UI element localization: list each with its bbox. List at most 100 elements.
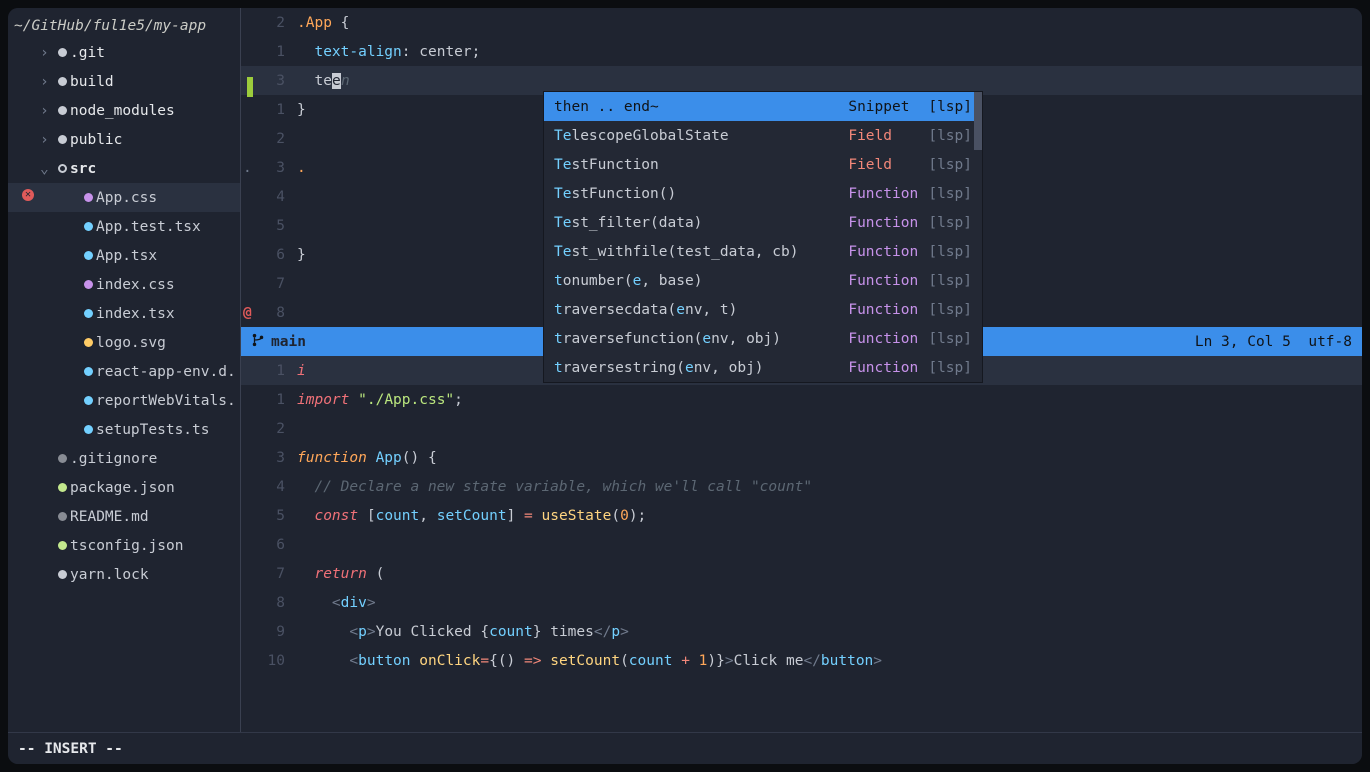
popup-scrollbar[interactable] bbox=[974, 92, 982, 150]
code-line[interactable]: <p>You Clicked {count} times</p> bbox=[297, 624, 1362, 640]
git-sign-change: @ bbox=[243, 305, 252, 321]
tree-item-label: index.css bbox=[96, 277, 175, 293]
code-line-cursor[interactable]: teen bbox=[297, 73, 1362, 89]
tree-folder[interactable]: › public bbox=[8, 125, 240, 154]
tree-folder[interactable]: › .git bbox=[8, 38, 240, 67]
line-number: 4 bbox=[241, 189, 297, 205]
chevron-icon: › bbox=[40, 103, 54, 119]
tree-item-label: react-app-env.d. bbox=[96, 364, 236, 380]
code-line[interactable]: .App { bbox=[297, 15, 1362, 31]
branch-name: main bbox=[271, 334, 306, 350]
code-line[interactable]: import "./App.css"; bbox=[297, 392, 1362, 408]
folder-open-icon bbox=[54, 164, 70, 173]
completion-label: TelescopeGlobalState bbox=[554, 128, 848, 144]
file-dot-icon bbox=[54, 135, 70, 144]
completion-source: [lsp] bbox=[928, 331, 972, 347]
text-cursor: e bbox=[332, 73, 341, 89]
tree-file[interactable]: setupTests.ts bbox=[8, 415, 240, 444]
tree-file[interactable]: index.tsx bbox=[8, 299, 240, 328]
tree-item-label: README.md bbox=[70, 509, 149, 525]
file-dot-icon bbox=[80, 280, 96, 289]
code-line[interactable]: // Declare a new state variable, which w… bbox=[297, 479, 1362, 495]
completion-kind: Function bbox=[848, 244, 928, 260]
file-dot-icon bbox=[54, 483, 70, 492]
code-line[interactable]: return ( bbox=[297, 566, 1362, 582]
completion-label: tonumber(e, base) bbox=[554, 273, 848, 289]
file-dot-icon bbox=[54, 454, 70, 463]
code-line[interactable]: <div> bbox=[297, 595, 1362, 611]
tree-file[interactable]: package.json bbox=[8, 473, 240, 502]
tree-item-label: setupTests.ts bbox=[96, 422, 210, 438]
chevron-icon: › bbox=[40, 132, 54, 148]
tree-item-label: index.tsx bbox=[96, 306, 175, 322]
completion-item[interactable]: TestFunctionField[lsp] bbox=[544, 150, 982, 179]
completion-kind: Snippet bbox=[848, 99, 928, 115]
editor-panes: 2 .App { 1 text-align: center; 3 teen 1 … bbox=[240, 8, 1362, 732]
completion-item[interactable]: TelescopeGlobalStateField[lsp] bbox=[544, 121, 982, 150]
line-number: 3 bbox=[241, 450, 297, 466]
completion-source: [lsp] bbox=[928, 128, 972, 144]
mode-line: -- INSERT -- bbox=[8, 732, 1362, 764]
tree-file[interactable]: react-app-env.d. bbox=[8, 357, 240, 386]
tree-folder[interactable]: › build bbox=[8, 67, 240, 96]
bottom-pane[interactable]: 1 import "./App.css"; 2 3 function App()… bbox=[241, 385, 1362, 675]
tree-file[interactable]: reportWebVitals. bbox=[8, 386, 240, 415]
file-dot-icon bbox=[54, 541, 70, 550]
completion-item[interactable]: then .. end~Snippet[lsp] bbox=[544, 92, 982, 121]
tree-item-label: App.test.tsx bbox=[96, 219, 201, 235]
file-dot-icon bbox=[54, 106, 70, 115]
code-line[interactable]: function App() { bbox=[297, 450, 1362, 466]
tree-item-label: node_modules bbox=[70, 103, 175, 119]
completion-source: [lsp] bbox=[928, 157, 972, 173]
file-tree[interactable]: ~/GitHub/ful1e5/my-app › .git› build› no… bbox=[8, 8, 240, 732]
completion-popup[interactable]: then .. end~Snippet[lsp]TelescopeGlobalS… bbox=[544, 92, 982, 382]
tree-file[interactable]: App.tsx bbox=[8, 241, 240, 270]
line-number: 10 bbox=[241, 653, 297, 669]
line-number: @8 bbox=[241, 305, 297, 321]
tree-file[interactable]: tsconfig.json bbox=[8, 531, 240, 560]
completion-label: traversefunction(env, obj) bbox=[554, 331, 848, 347]
editor-window: ~/GitHub/ful1e5/my-app › .git› build› no… bbox=[8, 8, 1362, 764]
chevron-icon: › bbox=[40, 45, 54, 61]
tree-file[interactable]: index.css bbox=[8, 270, 240, 299]
chevron-icon: › bbox=[40, 74, 54, 90]
completion-item[interactable]: Test_filter(data)Function[lsp] bbox=[544, 208, 982, 237]
file-dot-icon bbox=[54, 570, 70, 579]
code-line[interactable]: text-align: center; bbox=[297, 44, 1362, 60]
code-line[interactable]: <button onClick={() => setCount(count + … bbox=[297, 653, 1362, 669]
tree-folder[interactable]: ⌄ src bbox=[8, 154, 240, 183]
tree-item-label: .git bbox=[70, 45, 105, 61]
completion-source: [lsp] bbox=[928, 99, 972, 115]
completion-source: [lsp] bbox=[928, 215, 972, 231]
tree-file[interactable]: README.md bbox=[8, 502, 240, 531]
tree-file[interactable]: .gitignore bbox=[8, 444, 240, 473]
completion-item[interactable]: traversecdata(env, t)Function[lsp] bbox=[544, 295, 982, 324]
tree-file[interactable]: logo.svg bbox=[8, 328, 240, 357]
tree-item-label: package.json bbox=[70, 480, 175, 496]
completion-kind: Function bbox=[848, 302, 928, 318]
file-dot-icon bbox=[54, 77, 70, 86]
error-badge-icon: ✕ bbox=[22, 189, 34, 201]
completion-source: [lsp] bbox=[928, 186, 972, 202]
completion-item[interactable]: TestFunction()Function[lsp] bbox=[544, 179, 982, 208]
line-number: 6 bbox=[241, 537, 297, 553]
line-number: 2 bbox=[241, 15, 297, 31]
completion-item[interactable]: traversestring(env, obj)Function[lsp] bbox=[544, 353, 982, 382]
line-number: .3 bbox=[241, 160, 297, 176]
line-number: 5 bbox=[241, 218, 297, 234]
file-dot-icon bbox=[80, 251, 96, 260]
tree-file[interactable]: yarn.lock bbox=[8, 560, 240, 589]
file-dot-icon bbox=[80, 338, 96, 347]
file-dot-icon bbox=[54, 48, 70, 57]
completion-source: [lsp] bbox=[928, 302, 972, 318]
top-pane[interactable]: 2 .App { 1 text-align: center; 3 teen 1 … bbox=[241, 8, 1362, 327]
completion-item[interactable]: traversefunction(env, obj)Function[lsp] bbox=[544, 324, 982, 353]
completion-label: then .. end~ bbox=[554, 99, 848, 115]
line-number: 1 bbox=[241, 44, 297, 60]
completion-item[interactable]: Test_withfile(test_data, cb)Function[lsp… bbox=[544, 237, 982, 266]
tree-file[interactable]: App.test.tsx bbox=[8, 212, 240, 241]
completion-item[interactable]: tonumber(e, base)Function[lsp] bbox=[544, 266, 982, 295]
code-line[interactable]: const [count, setCount] = useState(0); bbox=[297, 508, 1362, 524]
tree-file[interactable]: ✕ App.css bbox=[8, 183, 240, 212]
tree-folder[interactable]: › node_modules bbox=[8, 96, 240, 125]
